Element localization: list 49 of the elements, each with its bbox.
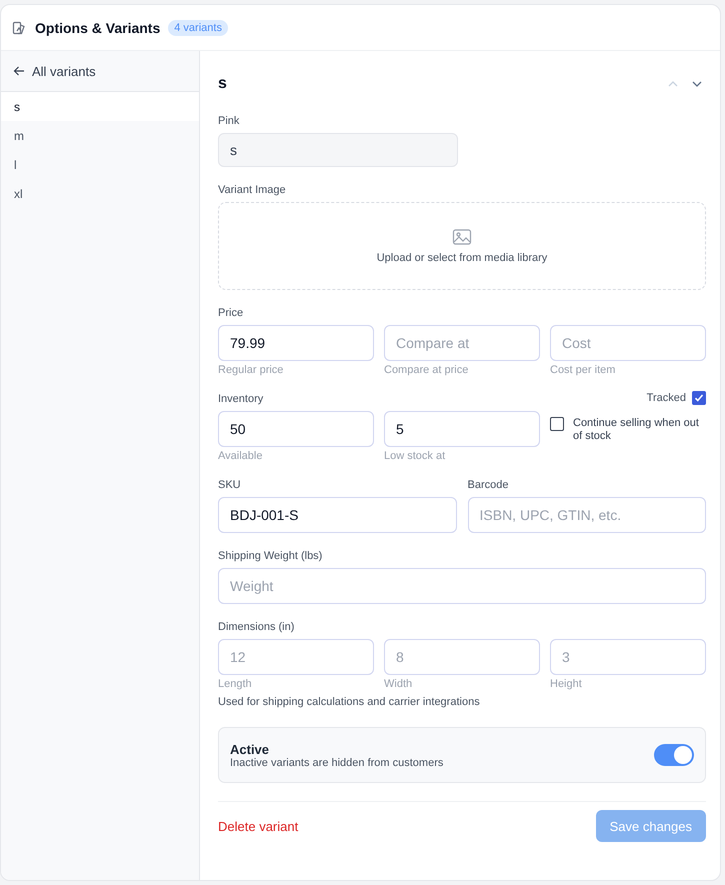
field-hint: Low stock at bbox=[384, 450, 446, 462]
input-field[interactable]: 8 bbox=[384, 639, 540, 675]
field-label: Inventory bbox=[218, 393, 264, 405]
input-field[interactable]: BDJ-001-S bbox=[218, 497, 456, 533]
field-label: Barcode bbox=[468, 479, 508, 491]
input-field[interactable]: Cost bbox=[550, 325, 706, 361]
checkbox[interactable] bbox=[692, 391, 706, 405]
input-field[interactable]: 12 bbox=[218, 639, 374, 675]
delete-link[interactable]: Delete variant bbox=[218, 818, 298, 834]
input-field[interactable]: 79.99 bbox=[218, 325, 374, 361]
field-hint: Cost per item bbox=[550, 364, 616, 376]
field-label: Shipping Weight (lbs) bbox=[218, 550, 322, 562]
input-field[interactable]: ISBN, UPC, GTIN, etc. bbox=[468, 497, 706, 533]
variant-list-item[interactable]: xl bbox=[1, 179, 199, 208]
variant-count-badge: 4 variants bbox=[168, 20, 228, 36]
variant-title: s bbox=[218, 75, 228, 93]
panel-title: Active bbox=[230, 742, 270, 756]
checkbox-label: Continue selling when out of stock bbox=[573, 417, 700, 443]
field-label: Price bbox=[218, 307, 244, 319]
field-hint: Width bbox=[384, 678, 412, 690]
checkbox[interactable] bbox=[550, 417, 564, 431]
input-field[interactable]: 5 bbox=[384, 411, 540, 447]
field-label: Dimensions (in) bbox=[218, 621, 294, 633]
input-field[interactable]: 3 bbox=[550, 639, 706, 675]
field-hint: Regular price bbox=[218, 364, 284, 376]
field-hint: Available bbox=[218, 450, 262, 462]
variant-list-item[interactable]: l bbox=[1, 150, 199, 179]
field-hint: Compare at price bbox=[384, 364, 468, 376]
check-icon bbox=[694, 393, 704, 403]
panel-description: Inactive variants are hidden from customers bbox=[230, 756, 444, 768]
input-field[interactable]: Weight bbox=[218, 568, 706, 604]
toggle-switch[interactable] bbox=[654, 744, 694, 766]
arrow-left-icon bbox=[13, 65, 25, 77]
input-field[interactable]: Compare at bbox=[384, 325, 540, 361]
field-hint: Length bbox=[218, 678, 252, 690]
field-hint: Height bbox=[550, 678, 582, 690]
checkbox-label: Tracked bbox=[646, 392, 686, 404]
section-title: Options & Variants bbox=[35, 20, 160, 36]
image-icon bbox=[452, 228, 472, 246]
variant-list-item[interactable]: m bbox=[1, 121, 199, 150]
field-label: Pink bbox=[218, 115, 240, 127]
field-label: SKU bbox=[218, 479, 241, 491]
input-field[interactable]: 50 bbox=[218, 411, 374, 447]
variant-list-item[interactable]: s bbox=[1, 92, 199, 121]
layers-icon bbox=[12, 20, 26, 34]
upload-hint: Upload or select from media library bbox=[376, 252, 548, 264]
field-label: Variant Image bbox=[218, 184, 286, 196]
image-upload-area[interactable]: Upload or select from media library bbox=[218, 202, 706, 290]
helper-text: Used for shipping calculations and carrier integrations bbox=[218, 696, 480, 708]
